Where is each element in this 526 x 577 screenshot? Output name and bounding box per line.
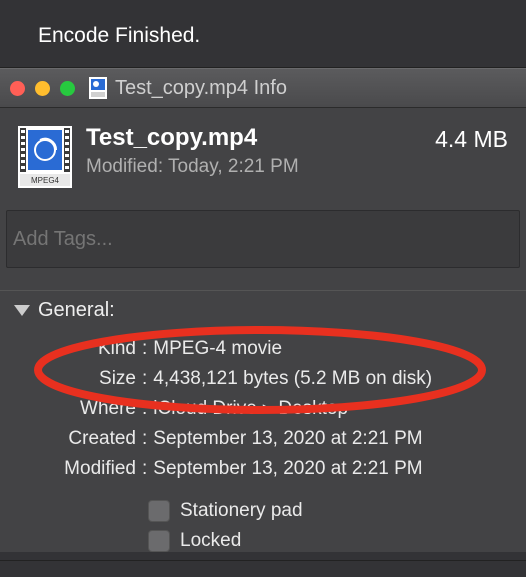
- created-value: September 13, 2020 at 2:21 PM: [153, 424, 422, 454]
- created-row: Created: September 13, 2020 at 2:21 PM: [18, 424, 508, 454]
- svg-text:MPEG4: MPEG4: [31, 176, 60, 185]
- titlebar[interactable]: Test_copy.mp4 Info: [0, 68, 526, 108]
- size-row: Size: 4,438,121 bytes (5.2 MB on disk): [18, 364, 508, 394]
- modified-row-label: Modified: [18, 454, 142, 484]
- tags-input[interactable]: [7, 211, 519, 267]
- general-section-title: General:: [38, 299, 115, 322]
- window-close-button[interactable]: [10, 81, 25, 96]
- stationery-pad-label: Stationery pad: [180, 500, 303, 522]
- encode-status-text: Encode Finished.: [38, 24, 200, 48]
- created-label: Created: [18, 424, 142, 454]
- modified-row-value: September 13, 2020 at 2:21 PM: [153, 454, 422, 484]
- file-preview-icon: MPEG4: [18, 126, 72, 188]
- tags-field-container[interactable]: [6, 210, 520, 268]
- kind-row: Kind: MPEG-4 movie: [18, 334, 508, 364]
- titlebar-file-icon: [89, 77, 107, 99]
- locked-label: Locked: [180, 530, 241, 552]
- disclosure-triangle-icon: [14, 305, 30, 316]
- window-minimize-button[interactable]: [35, 81, 50, 96]
- modified-label: Modified:: [86, 156, 163, 177]
- breadcrumb-separator-icon: ▸: [263, 398, 273, 419]
- file-size-short: 4.4 MB: [435, 124, 508, 153]
- info-window: Test_copy.mp4 Info: [0, 68, 526, 560]
- kind-label: Kind: [18, 334, 142, 364]
- window-title: Test_copy.mp4 Info: [115, 77, 287, 100]
- modified-row: Modified: September 13, 2020 at 2:21 PM: [18, 454, 508, 484]
- general-section-header[interactable]: General:: [0, 299, 526, 322]
- size-label: Size: [18, 364, 142, 394]
- size-value: 4,438,121 bytes (5.2 MB on disk): [153, 364, 432, 394]
- file-name: Test_copy.mp4: [86, 124, 435, 152]
- locked-checkbox[interactable]: [148, 530, 170, 552]
- modified-value: Today, 2:21 PM: [168, 156, 299, 177]
- stationery-pad-checkbox[interactable]: [148, 500, 170, 522]
- where-value: iCloud Drive▸Desktop: [153, 394, 348, 424]
- where-row: Where: iCloud Drive▸Desktop: [18, 394, 508, 424]
- window-zoom-button[interactable]: [60, 81, 75, 96]
- locked-row[interactable]: Locked: [148, 530, 508, 552]
- kind-value: MPEG-4 movie: [153, 334, 282, 364]
- where-label: Where: [18, 394, 142, 424]
- stationery-pad-row[interactable]: Stationery pad: [148, 500, 508, 522]
